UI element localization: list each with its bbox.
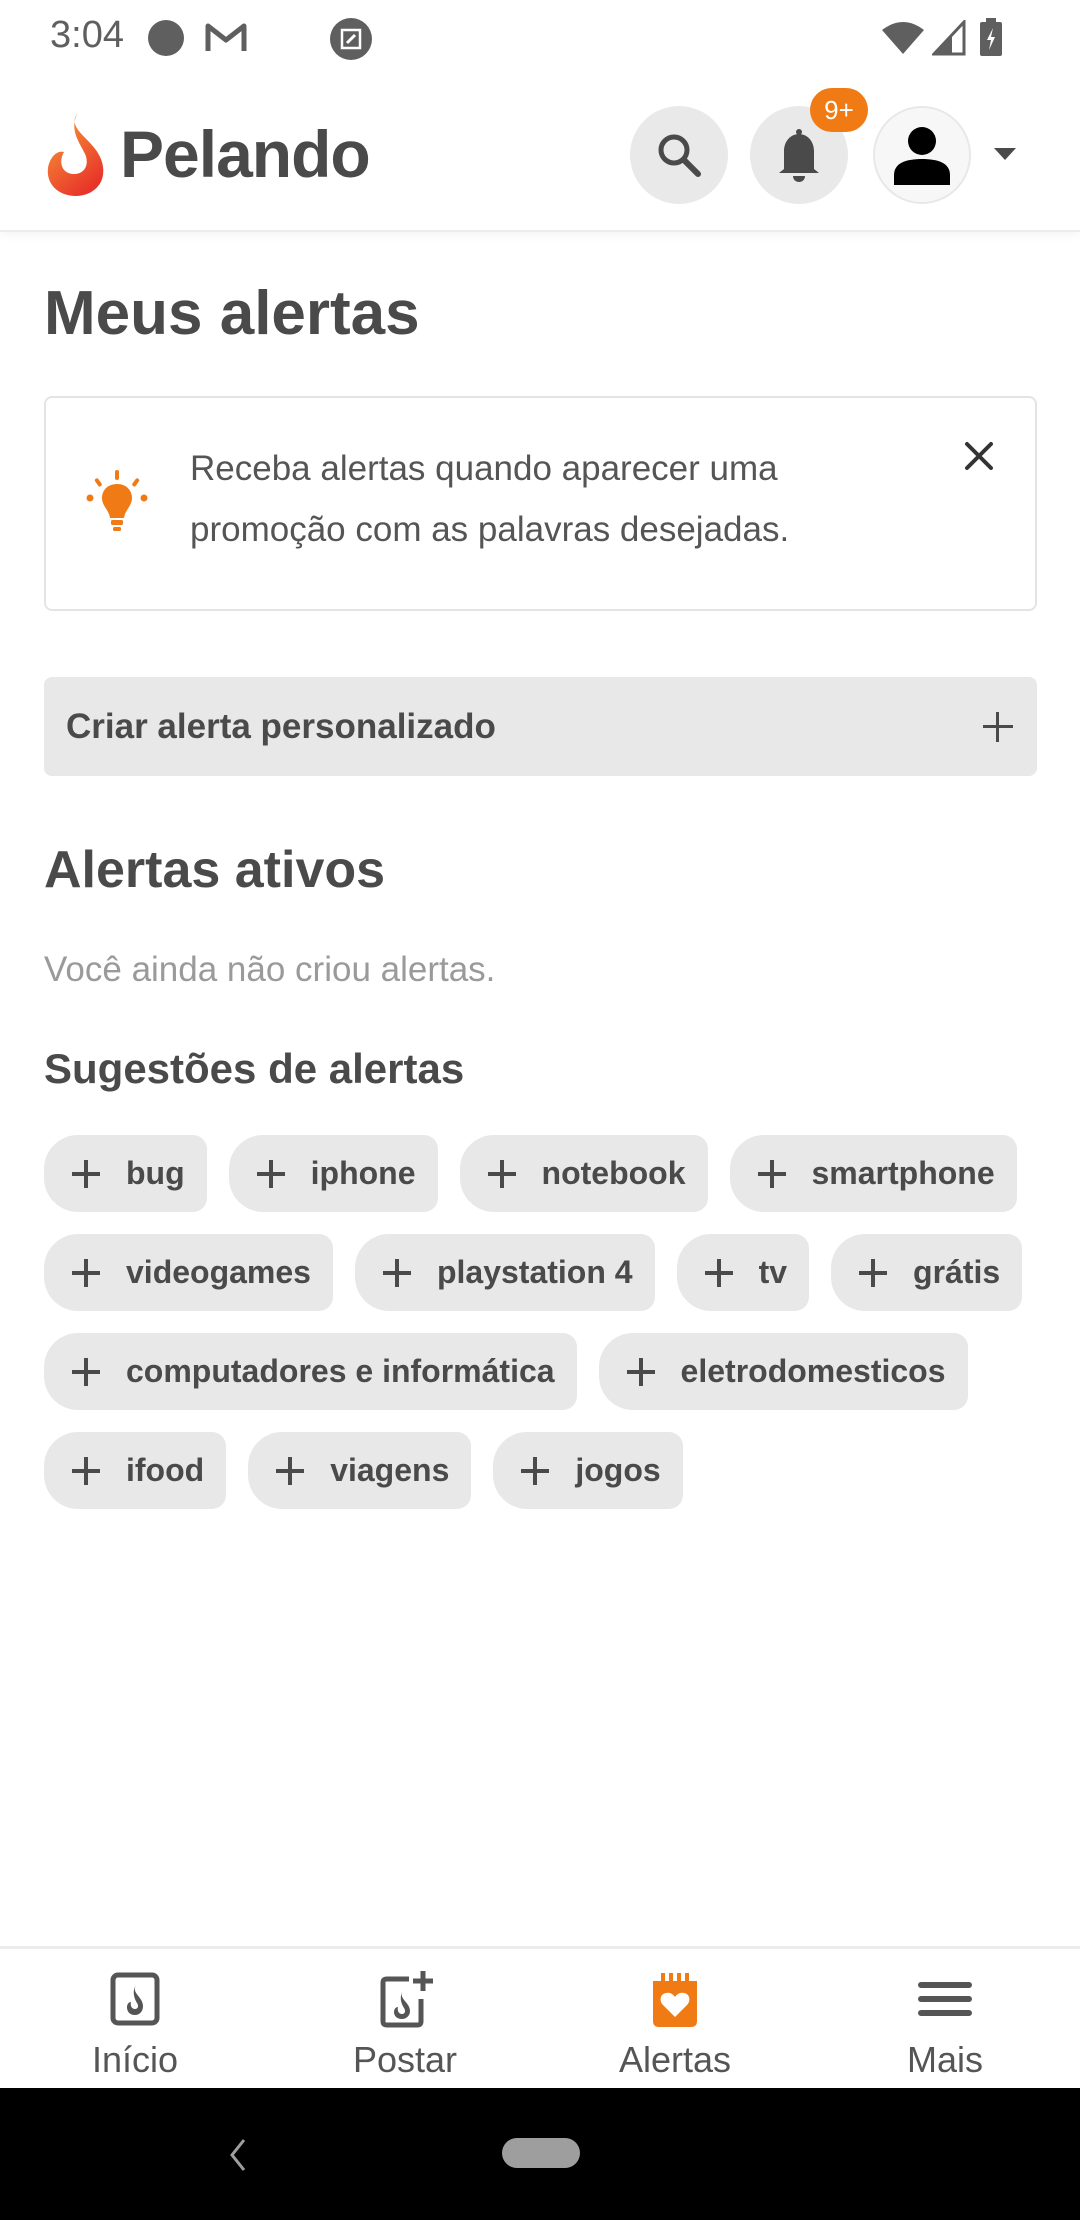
flame-logo-icon (47, 114, 104, 196)
cell-signal-icon (932, 20, 966, 56)
suggestion-chip-label: bug (126, 1155, 185, 1191)
suggestion-chip[interactable]: eletrodomesticos (598, 1333, 968, 1410)
plus-icon (276, 1456, 305, 1485)
plus-icon (859, 1258, 888, 1287)
suggestion-chip[interactable]: smartphone (729, 1135, 1017, 1212)
plus-icon (256, 1159, 285, 1188)
suggestion-chip-label: ifood (126, 1452, 205, 1488)
bottom-nav: Início Postar Alertas Mais (0, 1946, 1080, 2088)
plus-icon (72, 1357, 100, 1386)
close-info-card-button[interactable] (959, 436, 999, 476)
post-add-icon (380, 1971, 433, 2028)
system-nav-bar (0, 2088, 1080, 2220)
suggestion-chip[interactable]: jogos (493, 1432, 683, 1509)
suggestion-chip[interactable]: notebook (459, 1135, 708, 1212)
app-header: Pelando 9+ (0, 76, 1080, 232)
create-custom-alert-label: Criar alerta personalizado (66, 706, 496, 746)
suggestion-chip-label: viagens (330, 1452, 450, 1488)
plus-icon (704, 1258, 733, 1287)
page-title: Meus alertas (44, 279, 420, 348)
user-avatar-icon (894, 127, 950, 185)
plus-icon (382, 1258, 411, 1287)
nav-item-alertas[interactable]: Alertas (540, 1949, 810, 2088)
back-icon[interactable] (228, 2138, 248, 2172)
nav-item-postar[interactable]: Postar (270, 1949, 540, 2088)
suggestion-chips: bug iphone notebook smartphone videogame… (44, 1135, 1044, 1509)
alerts-heart-icon (653, 1973, 697, 2027)
lightbulb-icon (86, 470, 148, 531)
status-bar: 3:04 (0, 0, 1080, 76)
nav-item-inicio[interactable]: Início (0, 1949, 270, 2088)
suggestion-chip[interactable]: viagens (248, 1432, 472, 1509)
suggestion-chip-label: iphone (310, 1155, 416, 1191)
plus-icon (487, 1159, 516, 1188)
nav-label: Mais (906, 2039, 983, 2080)
suggestion-chip-label: notebook (541, 1155, 686, 1191)
suggestion-chip[interactable]: playstation 4 (354, 1234, 655, 1311)
nav-label: Início (91, 2039, 179, 2080)
suggestion-chip-label: playstation 4 (436, 1254, 633, 1290)
create-custom-alert-button[interactable]: Criar alerta personalizado (44, 677, 1037, 776)
suggestion-chip-label: eletrodomesticos (680, 1353, 946, 1389)
plus-icon (72, 1159, 100, 1188)
plus-icon (757, 1159, 786, 1188)
suggestion-chip[interactable]: videogames (44, 1234, 333, 1311)
suggestion-chip[interactable]: iphone (228, 1135, 438, 1212)
suggestion-chip-label: jogos (575, 1452, 661, 1488)
plus-icon (72, 1258, 100, 1287)
info-card: Receba alertas quando aparecer uma promo… (44, 396, 1037, 611)
nav-label: Alertas (618, 2039, 732, 2080)
gmail-icon (205, 23, 247, 51)
wifi-icon (882, 22, 924, 54)
menu-icon (918, 1982, 972, 2016)
empty-alerts-message: Você ainda não criou alertas. (44, 950, 496, 989)
pelando-logo[interactable]: Pelando (44, 112, 371, 196)
bell-icon (779, 129, 819, 182)
home-pill-button[interactable] (502, 2138, 580, 2168)
screenshot-edit-icon (330, 18, 372, 60)
suggestion-chip[interactable]: tv (676, 1234, 810, 1311)
info-card-text: Receba alertas quando aparecer uma promo… (190, 449, 790, 549)
battery-charging-icon (980, 18, 1002, 56)
suggestions-title: Sugestões de alertas (44, 1045, 465, 1092)
notification-badge: 9+ (810, 88, 868, 132)
suggestion-chip[interactable]: computadores e informática (44, 1333, 577, 1410)
search-button[interactable] (630, 106, 728, 204)
active-alerts-title: Alertas ativos (44, 841, 386, 899)
nav-item-mais[interactable]: Mais (810, 1949, 1080, 2088)
avatar-button[interactable] (873, 106, 971, 204)
home-flame-icon (110, 1972, 160, 2026)
brand-name: Pelando (120, 117, 371, 191)
notification-dot-icon (148, 20, 184, 56)
account-menu-caret-icon[interactable] (994, 148, 1016, 160)
suggestion-chip[interactable]: ifood (44, 1432, 227, 1509)
suggestion-chip-label: videogames (126, 1254, 311, 1290)
status-time: 3:04 (50, 14, 124, 56)
search-icon (658, 134, 701, 177)
plus-icon (72, 1456, 100, 1485)
suggestion-chip[interactable]: bug (44, 1135, 207, 1212)
suggestion-chip-label: computadores e informática (126, 1353, 555, 1389)
suggestion-chip-label: smartphone (811, 1155, 995, 1191)
plus-icon (626, 1357, 655, 1386)
nav-label: Postar (352, 2039, 458, 2080)
plus-icon (981, 710, 1015, 744)
suggestion-chip[interactable]: grátis (831, 1234, 1023, 1311)
suggestion-chip-label: grátis (913, 1254, 1001, 1290)
plus-icon (521, 1456, 550, 1485)
suggestion-chip-label: tv (758, 1254, 788, 1290)
